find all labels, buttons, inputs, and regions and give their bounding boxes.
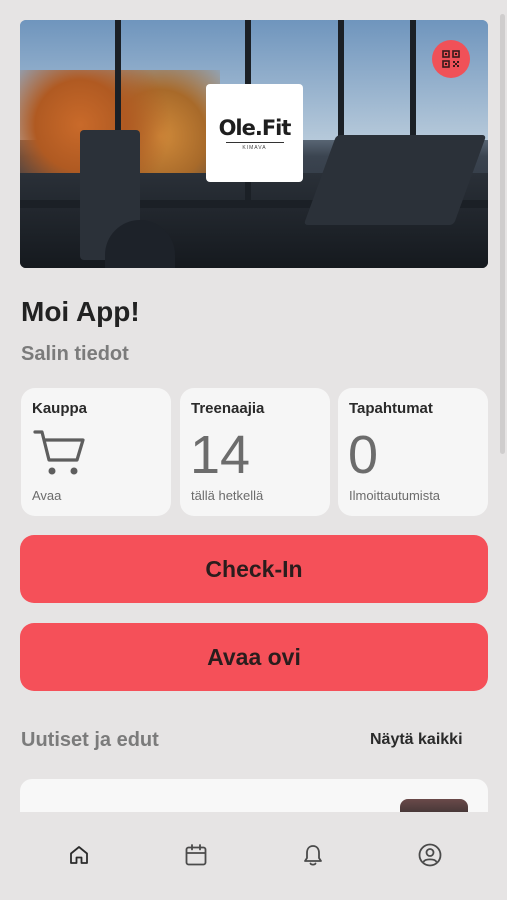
trainers-card[interactable]: Treenaajia 14 tällä hetkellä [180, 388, 330, 516]
events-card-caption: Ilmoittautumista [349, 488, 441, 503]
greeting-title: Moi App! [21, 296, 140, 327]
logo-text: Ole.Fit [218, 115, 292, 140]
logo-divider [225, 141, 284, 143]
home-icon [70, 846, 88, 864]
bell-icon [304, 845, 322, 866]
gym-logo: Ole.Fit KIMAVA [206, 84, 303, 182]
qr-code-button[interactable] [432, 40, 470, 78]
shop-card[interactable]: Kauppa Avaa [21, 388, 171, 516]
gym-hero-image: Ole.Fit KIMAVA [20, 20, 488, 268]
calendar-icon [185, 844, 207, 866]
check-in-button[interactable]: Check-In [20, 535, 488, 603]
gym-info-heading: Salin tiedot [21, 343, 129, 365]
events-card[interactable]: Tapahtumat 0 Ilmoittautumista [338, 388, 488, 516]
shop-card-caption: Avaa [32, 488, 62, 503]
tab-notifications[interactable] [300, 842, 326, 868]
news-section-title: Uutiset ja edut [21, 729, 159, 751]
events-card-title: Tapahtumat [349, 400, 433, 417]
tab-home[interactable] [66, 842, 92, 868]
trainers-card-title: Treenaajia [191, 400, 265, 417]
trainers-count: 14 [190, 425, 251, 485]
qr-code-icon [442, 50, 460, 68]
events-count: 0 [348, 425, 379, 485]
scrollbar[interactable] [500, 14, 505, 454]
cart-icon [33, 430, 85, 475]
open-door-button[interactable]: Avaa ovi [20, 623, 488, 691]
shop-card-title: Kauppa [32, 400, 88, 417]
logo-subtext: KIMAVA [242, 144, 267, 151]
see-all-link[interactable]: Näytä kaikki [370, 731, 463, 749]
profile-icon [418, 843, 442, 867]
bottom-tab-bar [0, 812, 507, 900]
tab-profile[interactable] [417, 842, 443, 868]
trainers-card-caption: tällä hetkellä [191, 488, 264, 503]
tab-calendar[interactable] [183, 842, 209, 868]
